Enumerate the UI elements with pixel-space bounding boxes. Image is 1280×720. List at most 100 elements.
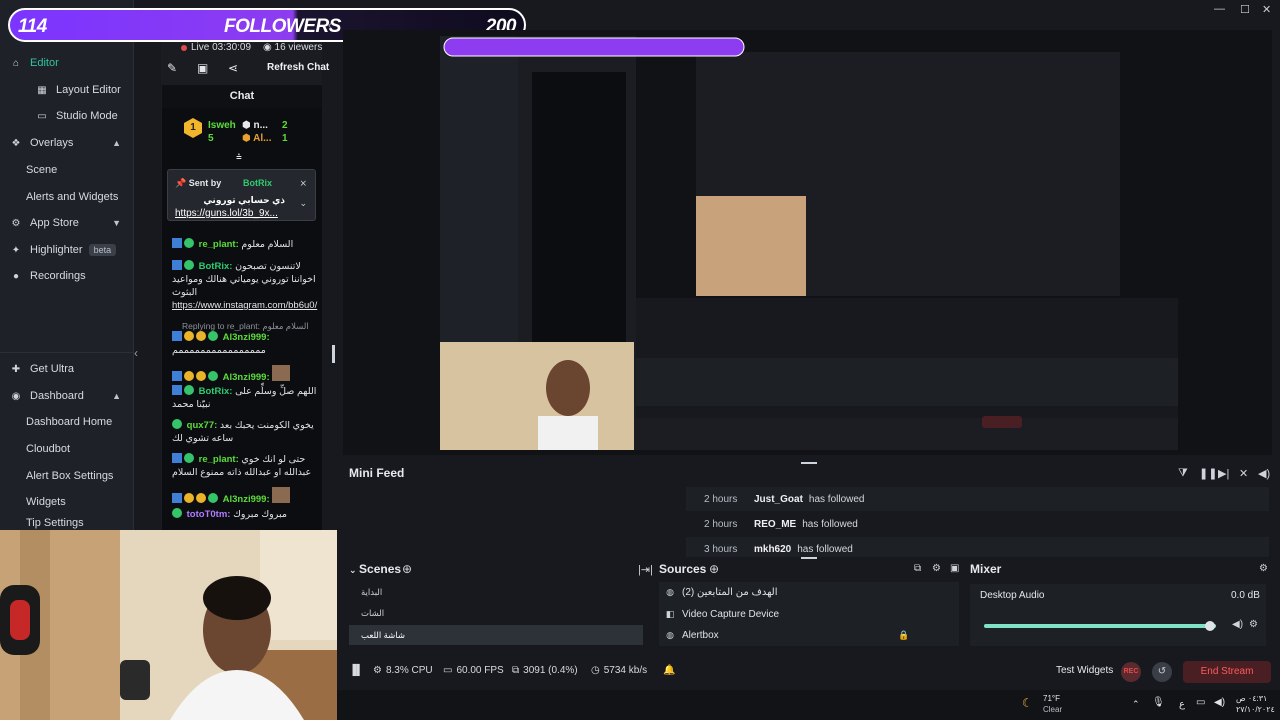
volume-slider-knob[interactable]	[1205, 621, 1215, 631]
sidebar-item-get-ultra[interactable]: ✚ Get Ultra	[0, 356, 133, 382]
network-icon[interactable]: ▭	[1196, 697, 1205, 708]
unpin-icon[interactable]: ⨯	[299, 178, 307, 189]
source-settings-icon[interactable]: ⚙	[932, 563, 941, 574]
drag-handle[interactable]	[801, 462, 817, 464]
chevron-down-icon[interactable]: ⌄	[299, 198, 307, 209]
crown-icon	[184, 493, 194, 503]
badge-icon	[208, 493, 218, 503]
sidebar-item-highlighter[interactable]: ✦ Highlighter beta	[0, 237, 133, 263]
edit-icon[interactable]: ✎	[167, 61, 177, 75]
source-item[interactable]: ◍ Alertbox 🔒	[664, 625, 954, 645]
highlighter-icon: ✦	[11, 244, 21, 256]
store-icon: ⚙	[11, 217, 21, 229]
weather-desc: Clear	[1043, 705, 1063, 714]
clock-date[interactable]: ٢٧/١٠/٢٠٢٤	[1236, 705, 1275, 714]
popout-icon[interactable]: ▣	[197, 61, 208, 75]
sidebar-item-widgets[interactable]: Widgets	[0, 489, 133, 515]
sidebar-item-studio-mode[interactable]: ▭ Studio Mode	[0, 103, 133, 129]
sidebar-item-editor[interactable]: ⌂ Editor	[0, 50, 133, 76]
record-button[interactable]: REC	[1121, 662, 1141, 682]
feed-row: 2 hoursREO_MEhas followed↻	[704, 518, 858, 530]
performance-icon[interactable]: ▐▌	[349, 665, 363, 676]
pause-icon[interactable]: ❚❚	[1199, 467, 1217, 480]
speaker-icon[interactable]: ◀)	[1232, 619, 1243, 630]
badge-icon	[184, 238, 194, 248]
sidebar-item-dashboard-home[interactable]: Dashboard Home	[0, 409, 133, 435]
beta-badge: beta	[88, 244, 117, 256]
volume-slider-track[interactable]	[984, 624, 1216, 628]
refresh-chat-button[interactable]: Refresh Chat	[267, 62, 329, 73]
test-widgets-button[interactable]: Test Widgets	[1056, 665, 1113, 676]
source-group-icon[interactable]: ▣	[950, 563, 959, 574]
clock-time[interactable]: ٠٤:٣١ ص	[1236, 694, 1267, 703]
badge-icon	[172, 238, 182, 248]
chat-link[interactable]: https://www.instagram.com/bb6u0/	[172, 300, 317, 311]
sidebar-item-alerts-widgets[interactable]: Alerts and Widgets	[0, 184, 133, 210]
filter-icon[interactable]: ⧩	[1178, 467, 1188, 480]
hexagon-icon: ⬢	[242, 120, 254, 131]
collapse-panel-icon[interactable]: ‹	[328, 18, 332, 32]
share-icon[interactable]: ⋖	[228, 61, 238, 75]
chat-message: Al3nzi999:	[172, 487, 320, 506]
language-indicator[interactable]: ع	[1179, 699, 1185, 710]
end-stream-button[interactable]: End Stream	[1183, 661, 1271, 683]
chat-header: Chat	[162, 85, 322, 108]
add-source-button[interactable]: ⊕	[709, 562, 719, 576]
sidebar-item-tip-settings[interactable]: Tip Settings	[0, 516, 133, 530]
minimize-button[interactable]: —	[1214, 3, 1225, 15]
source-folder-icon[interactable]: ⧉	[914, 563, 921, 574]
close-button[interactable]: ✕	[1262, 3, 1271, 16]
sidebar-item-dashboard[interactable]: ◉ Dashboard ▲	[0, 383, 133, 409]
moon-icon: ☾	[1022, 696, 1033, 710]
sidebar-item-app-store[interactable]: ⚙ App Store ▼	[0, 210, 133, 236]
camera-icon: ◧	[665, 608, 675, 619]
speaker-icon[interactable]: ◀)	[1214, 697, 1225, 708]
resize-handle[interactable]	[332, 345, 335, 363]
notifications-icon[interactable]: 🔔	[663, 665, 675, 676]
badge-icon	[208, 371, 218, 381]
source-item[interactable]: ◍ الهدف من المتابعين (2)	[664, 582, 954, 602]
record-icon: ●	[12, 270, 20, 282]
sidebar-item-recordings[interactable]: ● Recordings	[0, 263, 133, 289]
badge-icon	[172, 508, 182, 518]
preview-frame	[440, 36, 1178, 450]
mixer-settings-icon[interactable]: ⚙	[1259, 563, 1268, 574]
maximize-button[interactable]: ☐	[1240, 3, 1250, 16]
chevron-down-icon: ⌄	[349, 565, 360, 575]
sidebar-item-layout-editor[interactable]: ▦ Layout Editor	[0, 77, 133, 103]
skip-icon[interactable]: ▶|	[1218, 467, 1229, 480]
source-item[interactable]: ◧ Video Capture Device	[664, 604, 954, 624]
track-settings-icon[interactable]: ⚙	[1249, 619, 1258, 630]
preview-capture	[440, 36, 1178, 450]
followers-title: FOLLOWERS	[224, 16, 341, 37]
bitrate-stat: ◷ 5734 kb/s	[591, 665, 648, 676]
pinned-link[interactable]: https://guns.lol/3b_9x...	[175, 208, 278, 219]
sidebar-item-cloudbot[interactable]: Cloudbot	[0, 436, 133, 462]
layout-icon: ▦	[37, 84, 47, 96]
ultra-icon: ✚	[11, 363, 21, 375]
scene-item-selected[interactable]: شاشة اللعب	[349, 625, 643, 645]
sidebar-item-scene[interactable]: Scene	[0, 157, 133, 183]
expand-leaderboard-icon[interactable]: ⩮	[236, 152, 242, 163]
scene-transitions-icon[interactable]: |⇥|	[638, 563, 653, 576]
add-scene-button[interactable]: ⊕	[402, 562, 412, 576]
viewer-count: ◉ 16 viewers	[263, 42, 323, 53]
sidebar-item-overlays[interactable]: ❖ Overlays ▲	[0, 130, 133, 156]
pin-icon: 📌	[175, 178, 189, 188]
collapse-sidebar-icon[interactable]: ‹	[134, 346, 138, 360]
lock-icon[interactable]: 🔒	[898, 630, 909, 641]
feed-row: 2 hoursJust_Goathas followed↻	[686, 487, 1269, 511]
chevron-up-icon[interactable]: ⌃	[1132, 699, 1140, 710]
sidebar-item-alert-box-settings[interactable]: Alert Box Settings	[0, 463, 133, 489]
scene-item[interactable]: البداية	[349, 582, 643, 602]
volume-icon[interactable]: ◀)	[1258, 467, 1270, 480]
drag-handle[interactable]	[801, 557, 817, 559]
leaderboard: 1 Isweh 5 ⬢ n... 2 ⬢ Al... 1	[184, 118, 314, 148]
mute-alerts-icon[interactable]: ✕	[1239, 467, 1248, 480]
microphone-icon[interactable]: 🎙	[1152, 697, 1165, 708]
replay-buffer-button[interactable]: ↺	[1152, 662, 1172, 682]
scene-item[interactable]: الشات	[349, 603, 643, 623]
leader-name: ⬢ n...	[242, 120, 268, 131]
chat-message: BotRix: لاتنسون تصبحون اخواننا توروني يو…	[172, 260, 318, 311]
badge-icon	[172, 260, 182, 270]
